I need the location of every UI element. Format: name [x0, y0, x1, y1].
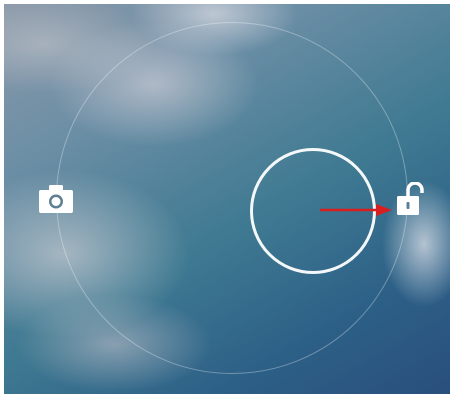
lock-screen: [4, 4, 450, 394]
camera-icon[interactable]: [38, 184, 74, 214]
unlock-icon[interactable]: [394, 182, 424, 216]
swipe-arrow-icon: [320, 204, 392, 216]
